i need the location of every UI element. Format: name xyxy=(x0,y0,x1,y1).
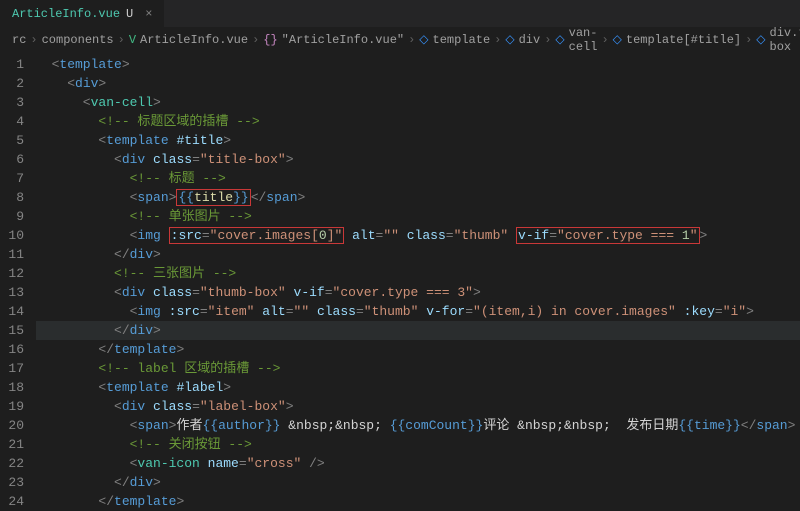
chevron-right-icon: › xyxy=(30,33,37,47)
crumb-symbol[interactable]: {}"ArticleInfo.vue" xyxy=(263,33,404,47)
crumb-file[interactable]: VArticleInfo.vue xyxy=(129,33,248,47)
close-icon[interactable]: × xyxy=(145,7,152,21)
crumb-symbol[interactable]: ◇div xyxy=(505,32,540,47)
crumb-symbol[interactable]: ◇template xyxy=(419,32,490,47)
vue-icon: V xyxy=(129,33,136,47)
file-tab[interactable]: ArticleInfo.vue U × xyxy=(0,0,164,28)
chevron-right-icon: › xyxy=(601,33,608,47)
chevron-right-icon: › xyxy=(408,33,415,47)
crumb-symbol[interactable]: ◇div.thumb-box xyxy=(756,26,800,54)
chevron-right-icon: › xyxy=(118,33,125,47)
element-icon: ◇ xyxy=(613,32,622,47)
crumb-symbol[interactable]: ◇template[#title] xyxy=(613,32,741,47)
editor-area[interactable]: 123456789101112131415161718192021222324 … xyxy=(0,52,800,509)
brace-icon: {} xyxy=(263,33,277,47)
crumb-folder[interactable]: components xyxy=(42,33,114,47)
crumb-symbol[interactable]: ◇van-cell xyxy=(555,26,597,54)
chevron-right-icon: › xyxy=(745,33,752,47)
breadcrumb: rc › components › VArticleInfo.vue › {}"… xyxy=(0,28,800,52)
element-icon: ◇ xyxy=(505,32,514,47)
chevron-right-icon: › xyxy=(494,33,501,47)
element-icon: ◇ xyxy=(555,32,564,47)
chevron-right-icon: › xyxy=(544,33,551,47)
crumb-folder[interactable]: rc xyxy=(12,33,26,47)
element-icon: ◇ xyxy=(756,32,765,47)
line-number-gutter: 123456789101112131415161718192021222324 xyxy=(0,52,36,509)
tab-filename: ArticleInfo.vue xyxy=(12,7,120,21)
chevron-right-icon: › xyxy=(252,33,259,47)
tab-modified-status: U xyxy=(126,7,133,21)
tab-bar: ArticleInfo.vue U × xyxy=(0,0,800,28)
element-icon: ◇ xyxy=(419,32,428,47)
code-content[interactable]: <template> <div> <van-cell> <!-- 标题区域的插槽… xyxy=(36,52,800,509)
